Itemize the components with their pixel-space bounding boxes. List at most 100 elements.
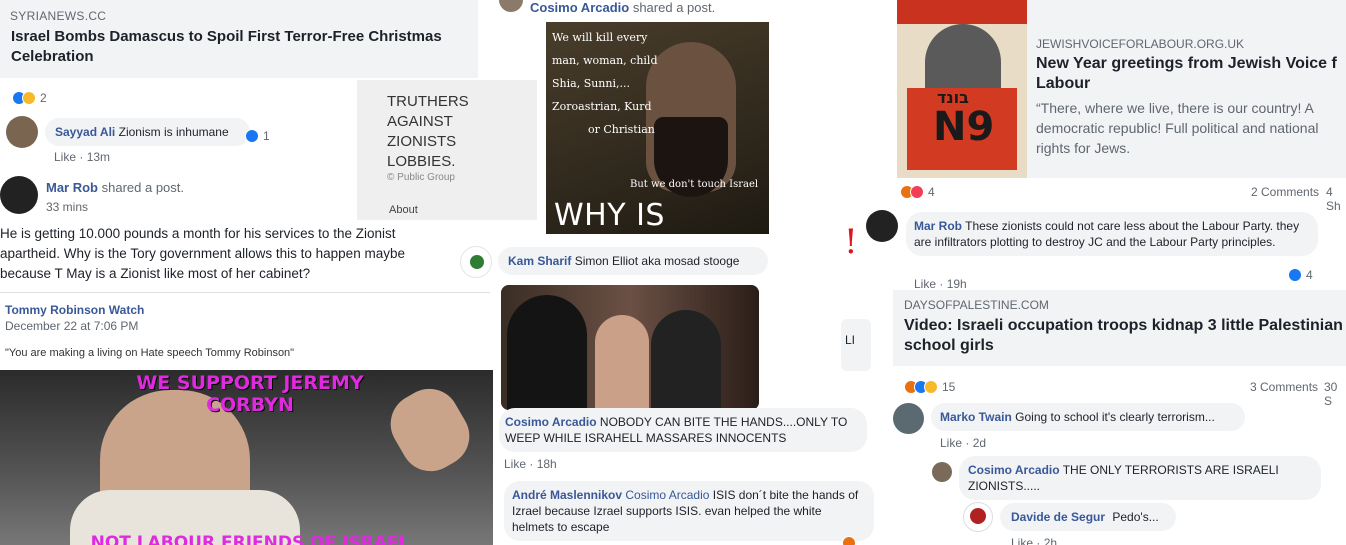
comment-author[interactable]: Cosimo Arcadio: [505, 415, 597, 429]
comment-andre: André Maslennikov Cosimo Arcadio ISIS do…: [504, 481, 874, 541]
comment-author[interactable]: Mar Rob: [914, 219, 962, 233]
post-time[interactable]: 33 mins: [46, 200, 88, 214]
like-icon: [1288, 268, 1302, 282]
avatar[interactable]: [893, 403, 924, 434]
comment-author[interactable]: Kam Sharif: [508, 254, 571, 268]
comment-like-badge[interactable]: 1: [245, 129, 270, 143]
avatar[interactable]: [0, 176, 38, 214]
comment-author[interactable]: Sayyad Ali: [55, 125, 115, 139]
love-icon: [910, 185, 924, 199]
comment-davide: Davide de Segur Pedo's...: [1000, 503, 1176, 531]
comment-author[interactable]: Marko Twain: [940, 410, 1012, 424]
avatar[interactable]: [866, 210, 898, 242]
reaction-count: 2: [40, 91, 47, 105]
holly-icon: [470, 255, 484, 269]
link-card-jvl[interactable]: JEWISHVOICEFORLABOUR.ORG.UK New Year gre…: [1027, 0, 1346, 178]
poster-image[interactable]: בונד N9: [897, 0, 1027, 178]
group-card[interactable]: TRUTHERS AGAINST ZIONISTS LOBBIES. © Pub…: [357, 80, 537, 220]
link-title[interactable]: New Year greetings from Jewish Voice f L…: [1036, 54, 1346, 94]
comment-marrob: Mar Rob These zionists could not care le…: [906, 212, 1318, 256]
comment-actions: Like · 18h: [504, 457, 557, 471]
share-header: Mar Rob shared a post.: [46, 180, 184, 195]
link-title[interactable]: Video: Israeli occupation troops kidnap …: [904, 316, 1346, 356]
avatar[interactable]: [6, 116, 38, 148]
meme-image-baghdadi[interactable]: We will kill every man, woman, child Shi…: [546, 22, 769, 234]
like-link[interactable]: Like: [1011, 536, 1033, 545]
link-card-syrianews[interactable]: SYRIANEWS.CC Israel Bombs Damascus to Sp…: [0, 0, 478, 78]
reaction-count: 4: [928, 185, 935, 199]
reaction-summary[interactable]: 4: [900, 185, 935, 199]
divider: [0, 292, 490, 293]
link-domain: DAYSOFPALESTINE.COM: [904, 298, 1049, 312]
partial-panel: LI: [841, 319, 871, 371]
comment-marko: Marko Twain Going to school it's clearly…: [931, 403, 1245, 431]
link-domain: JEWISHVOICEFORLABOUR.ORG.UK: [1036, 37, 1245, 51]
group-about-link[interactable]: About: [389, 204, 418, 216]
comment-cosimo: Cosimo Arcadio NOBODY CAN BITE THE HANDS…: [499, 408, 867, 452]
comment-time: 2d: [972, 436, 987, 450]
comment-mention[interactable]: Cosimo Arcadio: [625, 488, 709, 502]
avatar[interactable]: [460, 246, 492, 278]
post-author[interactable]: Cosimo Arcadio: [530, 0, 629, 15]
shared-post-quote: "You are making a living on Hate speech …: [5, 347, 295, 359]
comment-text: Pedo's...: [1112, 510, 1159, 524]
comment-photo[interactable]: [501, 285, 759, 410]
post-action: shared a post.: [632, 0, 716, 15]
comment-time: 18h: [536, 457, 557, 471]
shared-post-date[interactable]: December 22 at 7:06 PM: [5, 319, 138, 333]
link-card-dop[interactable]: DAYSOFPALESTINE.COM Video: Israeli occup…: [893, 288, 1346, 366]
like-icon: [245, 129, 259, 143]
post-text: He is getting 10.000 pounds a month for …: [0, 226, 405, 281]
comments-count[interactable]: 2 Comments: [1251, 185, 1319, 199]
post-author[interactable]: Mar Rob: [46, 180, 98, 195]
comment-time: 13m: [86, 150, 111, 164]
like-link[interactable]: Like: [504, 457, 526, 471]
comment-cosimo-reply: Cosimo Arcadio THE ONLY TERRORISTS ARE I…: [959, 456, 1321, 500]
group-type: © Public Group: [387, 172, 455, 183]
comments-count[interactable]: 3 Comments: [1250, 380, 1318, 394]
shares-count[interactable]: 30 S: [1324, 380, 1346, 408]
shares-count[interactable]: 4 Sh: [1326, 185, 1346, 213]
figure-right: [651, 310, 721, 410]
like-link[interactable]: Like: [940, 436, 962, 450]
link-title[interactable]: Israel Bombs Damascus to Spoil First Ter…: [11, 27, 476, 67]
shared-post-author[interactable]: Tommy Robinson Watch: [5, 303, 144, 317]
meme-line-5: or Christian: [588, 123, 655, 136]
partial-text: LI: [845, 333, 856, 347]
comment-author[interactable]: Davide de Segur: [1011, 510, 1105, 524]
angry-icon: [842, 536, 856, 545]
like-link[interactable]: Like: [54, 150, 76, 164]
meme-line-2: man, woman, child: [552, 54, 658, 67]
meme-caption: WHY IS THAT?: [554, 198, 665, 234]
comment-like-badge[interactable]: 4: [1288, 268, 1313, 282]
meme-bottom-line: But we don't touch Israel: [630, 179, 759, 190]
reaction-summary[interactable]: 2: [12, 91, 47, 105]
meme-bottom-text: NOT LABOUR FRIENDS OF ISRAEL: [90, 533, 410, 545]
meme-image-corbyn[interactable]: WE SUPPORT JEREMY CORBYN NOT LABOUR FRIE…: [0, 370, 493, 545]
figure-middle: [595, 315, 649, 410]
reaction-summary[interactable]: 15: [904, 380, 955, 394]
group-type-label: Public Group: [397, 172, 455, 183]
comment-author[interactable]: André Maslennikov: [512, 488, 622, 502]
comment-text: Going to school it's clearly terrorism..…: [1015, 410, 1215, 424]
comment-like-count: 4: [1306, 268, 1313, 282]
reaction-count: 15: [942, 380, 956, 394]
poster-top-band: [897, 0, 1027, 24]
sad-icon: [22, 91, 36, 105]
group-name[interactable]: TRUTHERS AGAINST ZIONISTS LOBBIES.: [387, 92, 497, 172]
meme-line-3: Shia, Sunni,...: [552, 77, 630, 90]
link-domain: SYRIANEWS.CC: [10, 9, 107, 23]
meme-line-4: Zoroastrian, Kurd: [552, 100, 652, 113]
comment-kam: Kam Sharif Simon Elliot aka mosad stooge: [498, 247, 768, 275]
avatar-face-icon: [970, 508, 986, 524]
comment-sayyad: Sayyad Ali Zionism is inhumane: [45, 118, 250, 146]
avatar[interactable]: [963, 502, 993, 532]
avatar[interactable]: [499, 0, 523, 12]
poster-number: N9: [933, 104, 995, 150]
comment-author[interactable]: Cosimo Arcadio: [968, 463, 1060, 477]
exclamation-mark: !: [844, 222, 858, 262]
meme-line-1: We will kill every: [552, 31, 648, 44]
comment-text: Zionism is inhumane: [118, 125, 229, 139]
poster-figure: [925, 24, 1001, 94]
avatar[interactable]: [932, 462, 952, 482]
